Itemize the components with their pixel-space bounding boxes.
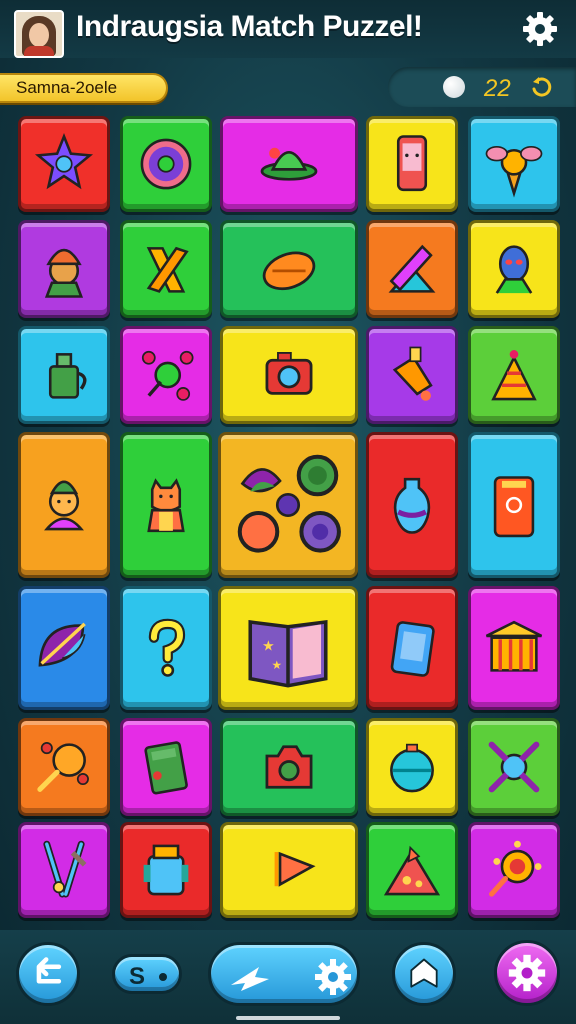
gear-icon xyxy=(508,954,546,992)
scissors-tools-icon xyxy=(43,840,87,898)
tile-camera[interactable] xyxy=(220,326,358,424)
maraca-icon xyxy=(37,742,89,792)
tile-blue-jar[interactable] xyxy=(120,822,212,918)
monkey-character-icon xyxy=(44,480,84,531)
tile-orange-phone[interactable] xyxy=(468,432,560,578)
tile-paint-bottle[interactable] xyxy=(366,326,458,424)
tile-red-camera[interactable] xyxy=(220,718,358,816)
cone-pyramid-icon xyxy=(491,350,537,401)
score-panel: 22 xyxy=(388,67,576,107)
power-settings-button[interactable] xyxy=(494,940,560,1006)
counter-button[interactable]: S xyxy=(112,954,182,994)
tile-green-ufo[interactable] xyxy=(220,116,358,212)
home-button[interactable] xyxy=(392,942,456,1006)
blue-alien-icon xyxy=(495,245,533,294)
pizza-slice-icon xyxy=(383,845,441,896)
tile-blue-tablet[interactable] xyxy=(366,586,458,710)
blue-tablet-icon xyxy=(390,621,435,677)
blue-vase-icon xyxy=(393,477,431,534)
back-button[interactable] xyxy=(16,942,80,1006)
play-arrow-icon xyxy=(274,851,316,887)
donut-icon xyxy=(140,138,192,190)
pin-molecule-icon xyxy=(141,350,194,401)
tile-turban-character[interactable] xyxy=(18,220,110,318)
back-arrow-icon xyxy=(36,957,62,984)
tile-orange-tool[interactable] xyxy=(120,220,212,318)
counter-dot xyxy=(159,973,167,981)
tile-blue-vase[interactable] xyxy=(366,432,458,578)
refresh-icon[interactable] xyxy=(530,75,554,99)
orange-phone-icon xyxy=(493,476,535,538)
tile-orange-lemon[interactable] xyxy=(220,220,358,318)
flower-cluster-icon xyxy=(237,454,341,553)
game-title: Indraugsia Match Puzzel! xyxy=(76,10,423,43)
purple-leaf-icon xyxy=(38,622,86,667)
tile-pencil-triangle[interactable] xyxy=(366,220,458,318)
bee-cone-icon xyxy=(485,145,543,198)
tile-teal-bomb[interactable] xyxy=(366,718,458,816)
pink-phone-icon xyxy=(396,135,428,192)
svg-text:★: ★ xyxy=(262,638,275,654)
tile-cat-character[interactable] xyxy=(120,432,212,578)
paint-bottle-icon xyxy=(392,346,433,401)
tile-pink-phone[interactable] xyxy=(366,116,458,212)
cat-character-icon xyxy=(147,478,185,533)
house-icon xyxy=(410,958,438,988)
tile-blue-molecule[interactable] xyxy=(468,718,560,816)
tile-cone-pyramid[interactable] xyxy=(468,326,560,424)
green-kettle-icon xyxy=(48,353,87,399)
tile-maraca[interactable] xyxy=(18,718,110,816)
counter-label: S xyxy=(129,963,146,990)
plane-icon xyxy=(231,959,351,995)
tile-open-book[interactable]: ★ ★ xyxy=(218,586,358,710)
status-bar: Samna-2oele 22 xyxy=(0,64,576,112)
svg-text:★: ★ xyxy=(271,658,282,672)
tile-blue-alien[interactable] xyxy=(468,220,560,318)
tile-play-arrow[interactable] xyxy=(220,822,358,918)
tile-purple-leaf[interactable] xyxy=(18,586,110,710)
open-book-icon: ★★ xyxy=(248,620,328,688)
top-bar: Indraugsia Match Puzzel! xyxy=(0,0,576,58)
score-value: 22 xyxy=(484,75,511,102)
tile-green-card[interactable] xyxy=(120,718,212,816)
orange-lemon-icon xyxy=(262,251,316,291)
camera-icon xyxy=(265,352,313,395)
tile-donut[interactable] xyxy=(120,116,212,212)
home-indicator xyxy=(236,1016,340,1020)
tile-monkey-character[interactable] xyxy=(18,432,110,578)
tile-sun-lollipop[interactable] xyxy=(468,822,560,918)
green-card-icon xyxy=(144,741,188,795)
blue-jar-icon xyxy=(143,844,189,896)
star-badge-icon xyxy=(34,133,94,190)
red-camera-icon xyxy=(265,745,313,789)
temple-icon xyxy=(485,620,543,672)
gear-icon[interactable] xyxy=(520,9,560,49)
tile-flower-cluster[interactable] xyxy=(218,432,358,578)
action-pill[interactable] xyxy=(208,942,360,1006)
tile-green-kettle[interactable] xyxy=(18,326,110,424)
orange-tool-icon xyxy=(146,246,189,293)
tile-scissors-tools[interactable] xyxy=(18,822,110,918)
teal-bomb-icon xyxy=(390,743,434,793)
tile-question-mark[interactable] xyxy=(120,586,212,710)
turban-character-icon xyxy=(44,248,84,298)
tile-pizza-slice[interactable] xyxy=(366,822,458,918)
blue-molecule-icon xyxy=(488,741,540,793)
tile-star-badge[interactable] xyxy=(18,116,110,212)
tile-bee-cone[interactable] xyxy=(468,116,560,212)
tile-pin-molecule[interactable] xyxy=(120,326,212,424)
white-ball-icon xyxy=(443,76,465,98)
green-ufo-icon xyxy=(260,147,318,181)
tile-temple[interactable] xyxy=(468,586,560,710)
pencil-triangle-icon xyxy=(388,244,436,293)
level-label: Samna-2oele xyxy=(0,73,168,103)
sun-lollipop-icon xyxy=(489,840,542,897)
question-mark-icon xyxy=(148,618,186,677)
avatar[interactable] xyxy=(14,10,64,58)
